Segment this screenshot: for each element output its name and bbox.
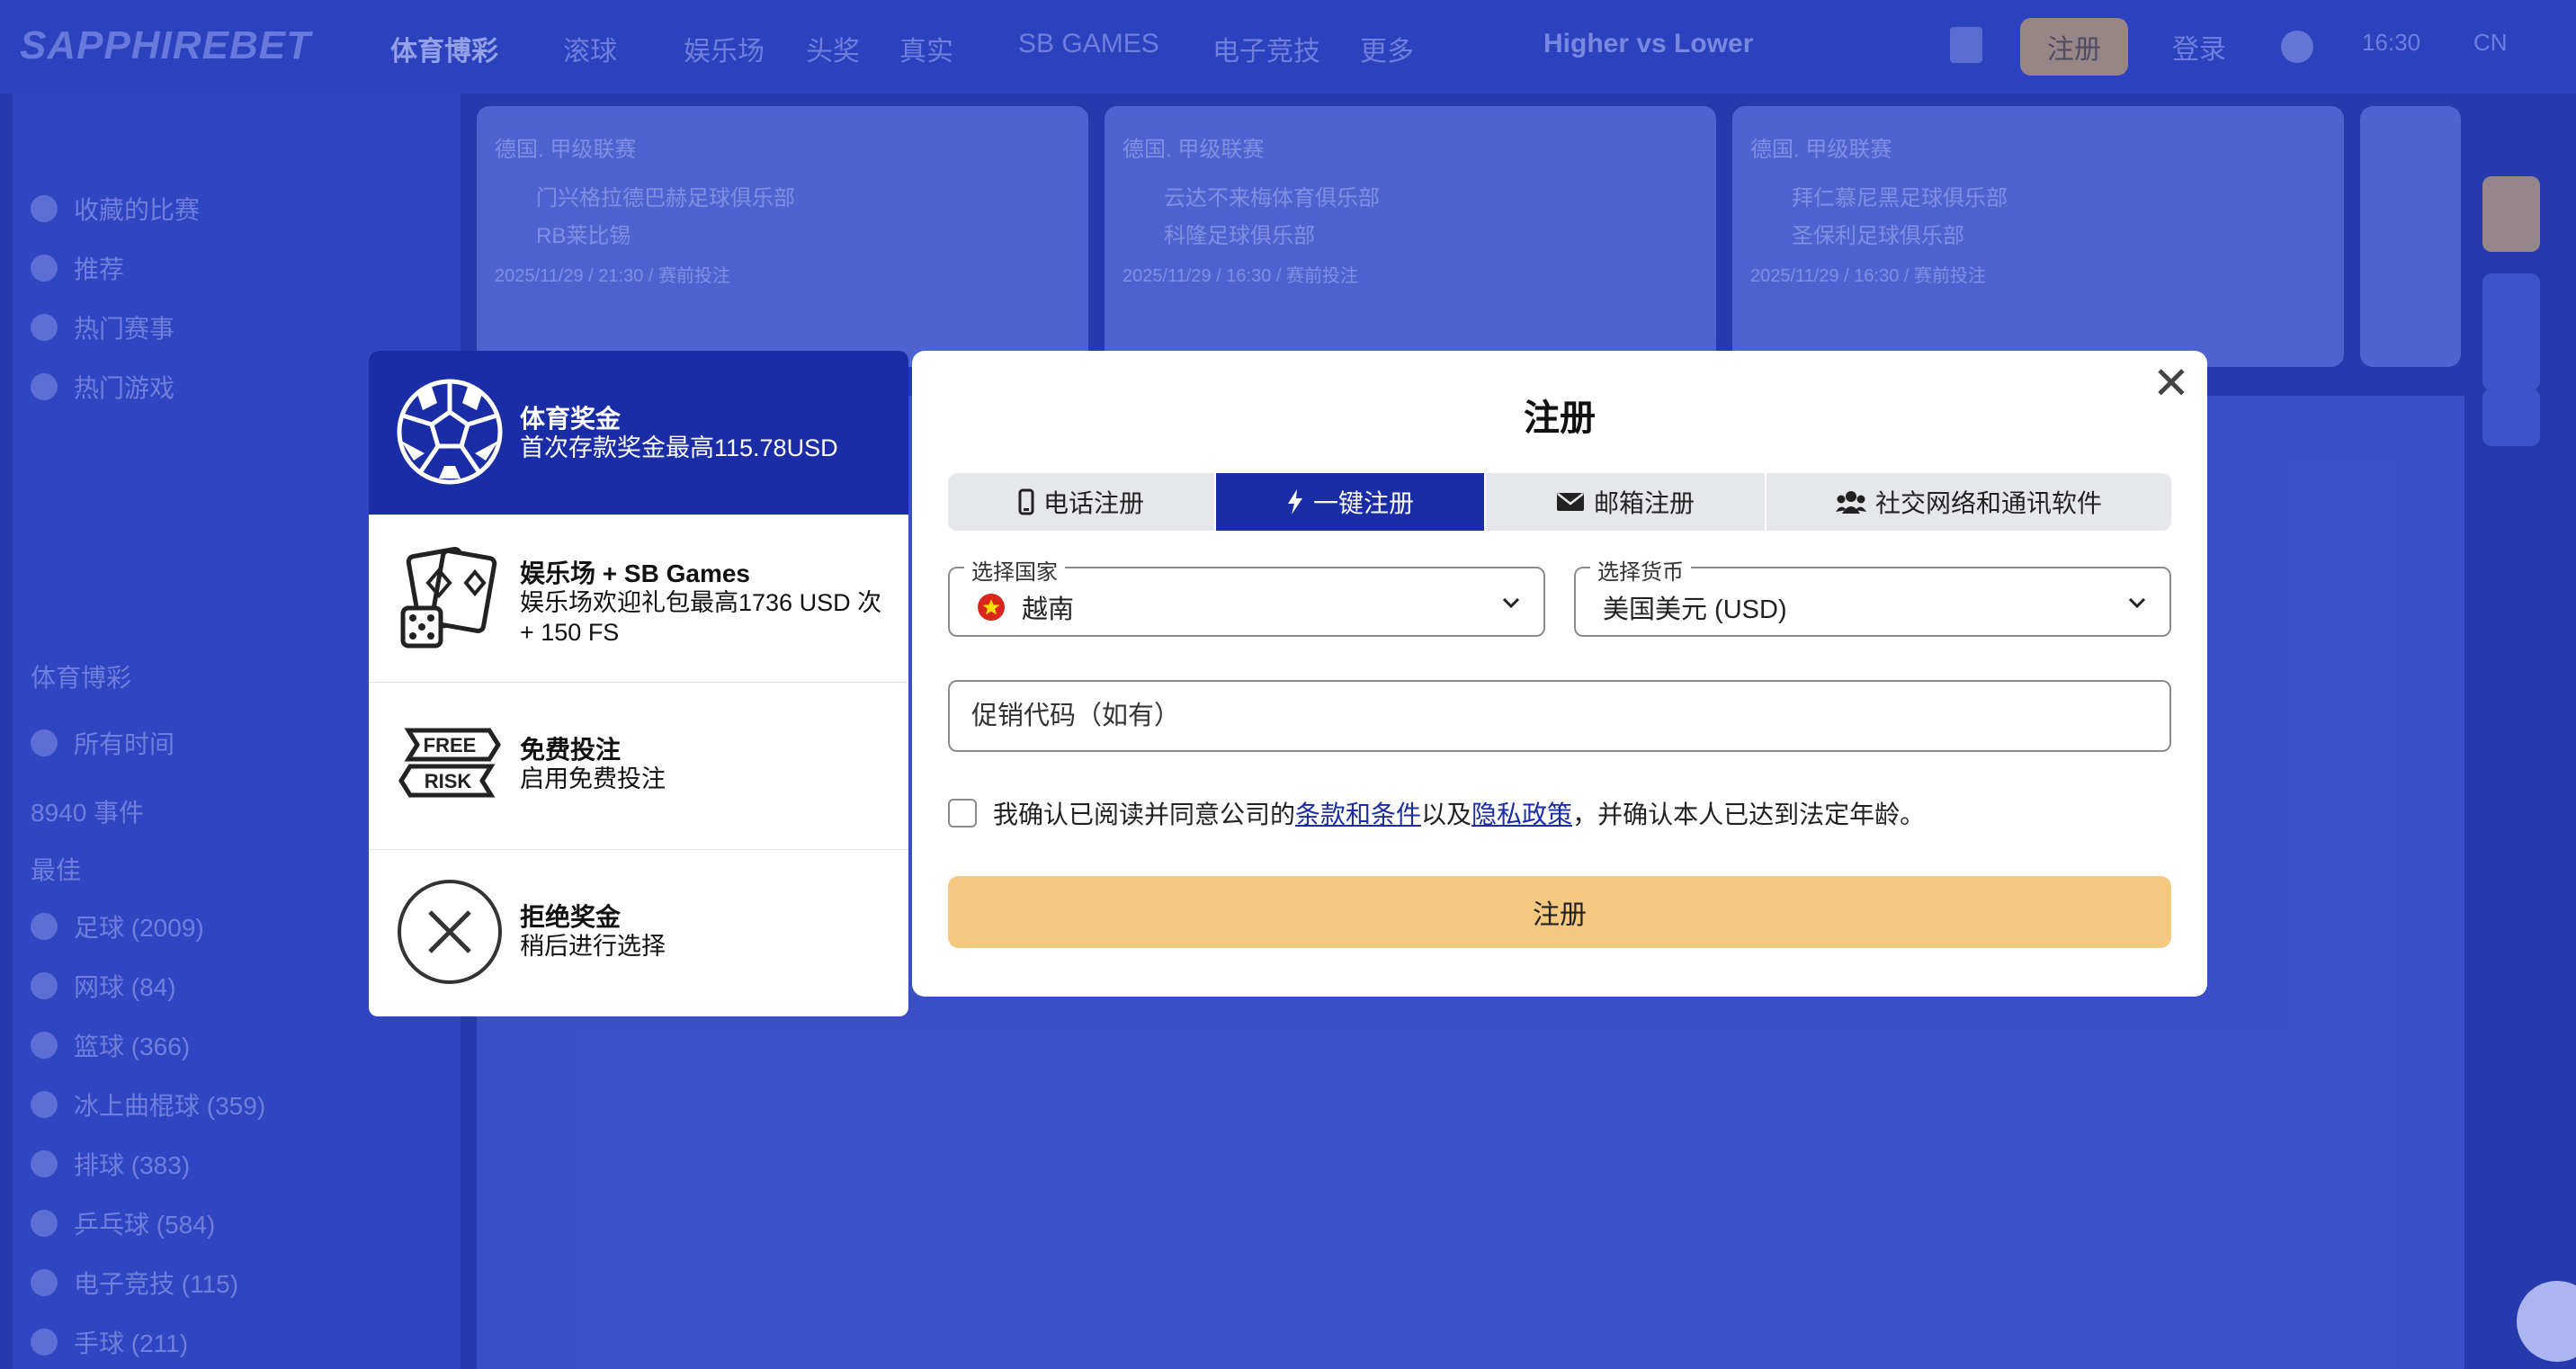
currency-select-label: 选择货币 (1590, 554, 1691, 586)
privacy-policy-link[interactable]: 隐私政策 (1471, 795, 1572, 831)
tab-one-click-registration[interactable]: 一键注册 (1216, 473, 1486, 531)
bonus-option-decline[interactable]: 拒绝奖金 稍后进行选择 (369, 849, 908, 1016)
bonus-title: 娱乐场 + SB Games (520, 559, 750, 587)
risk-badge-text: RISK (425, 770, 472, 792)
bonus-option-casino[interactable]: 娱乐场 + SB Games 娱乐场欢迎礼包最高1736 USD 次 + 150… (369, 514, 908, 683)
terms-checkbox[interactable] (948, 799, 977, 828)
agree-text-middle: 以及 (1421, 801, 1472, 828)
country-select-label: 选择国家 (964, 554, 1065, 586)
envelope-icon (1556, 493, 1584, 511)
agree-text-suffix: ，并确认本人已达到法定年龄。 (1572, 801, 1926, 828)
free-risk-icon: FREE RISK (398, 728, 501, 798)
terms-link[interactable]: 条款和条件 (1295, 795, 1421, 831)
agree-text-prefix: 我确认已阅读并同意公司的 (993, 801, 1296, 828)
casino-cards-dice-icon (400, 547, 497, 649)
decline-x-icon (398, 880, 502, 984)
bonus-description: 娱乐场欢迎礼包最高1736 USD 次 + 150 FS (520, 589, 882, 646)
soccer-ball-icon (397, 379, 503, 485)
bonus-title: 免费投注 (520, 736, 622, 764)
registration-modal: ✕ 注册 电话注册 一键注册 邮箱注册 社交网络和通讯软件 选择国家 越南 选择… (912, 351, 2207, 997)
bonus-option-sports[interactable]: 体育奖金 首次存款奖金最高115.78USD (369, 351, 908, 515)
terms-agreement: 我确认已阅读并同意公司的 条款和条件 以及 隐私政策 ，并确认本人已达到法定年龄… (948, 795, 1925, 831)
bonus-selection-panel: 体育奖金 首次存款奖金最高115.78USD 娱乐场 + SB Games 娱乐… (369, 351, 908, 1016)
chevron-down-icon (2128, 597, 2146, 609)
bonus-description: 稍后进行选择 (520, 933, 666, 960)
bonus-description: 首次存款奖金最高115.78USD (520, 434, 838, 461)
phone-icon (1018, 488, 1034, 515)
currency-select-value: 美国美元 (USD) (1603, 595, 1787, 624)
bonus-title: 体育奖金 (520, 405, 622, 433)
tab-email-registration[interactable]: 邮箱注册 (1486, 473, 1767, 531)
registration-method-tabs: 电话注册 一键注册 邮箱注册 社交网络和通讯软件 (948, 473, 2171, 531)
tab-label: 邮箱注册 (1593, 489, 1695, 517)
currency-select[interactable]: 选择货币 美国美元 (USD) (1574, 554, 2171, 637)
modal-title: 注册 (1524, 398, 1596, 438)
country-select[interactable]: 选择国家 越南 (948, 554, 1545, 637)
tab-phone-registration[interactable]: 电话注册 (948, 473, 1216, 531)
free-badge-text: FREE (424, 734, 477, 756)
tab-label: 电话注册 (1042, 489, 1144, 517)
bonus-description: 启用免费投注 (520, 765, 666, 792)
lightning-icon (1287, 489, 1302, 514)
country-select-value: 越南 (1022, 595, 1075, 624)
bonus-option-free-bet[interactable]: FREE RISK 免费投注 启用免费投注 (369, 682, 908, 850)
tab-social-registration[interactable]: 社交网络和通讯软件 (1767, 473, 2171, 531)
register-submit-button[interactable]: 注册 (948, 876, 2171, 948)
tab-label: 一键注册 (1312, 489, 1414, 517)
users-icon (1835, 491, 1866, 514)
vietnam-flag-icon (978, 594, 1005, 621)
tab-label: 社交网络和通讯软件 (1874, 489, 2102, 517)
chevron-down-icon (1502, 597, 1520, 609)
promo-code-input[interactable] (948, 680, 2171, 752)
bonus-title: 拒绝奖金 (520, 903, 622, 931)
